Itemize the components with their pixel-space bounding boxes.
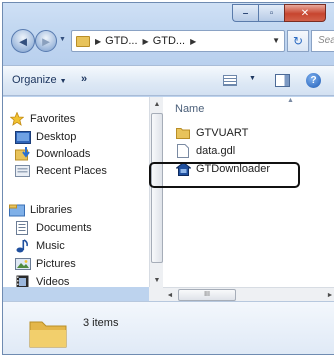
name-column-header[interactable]: Name [175, 103, 204, 115]
scroll-up-icon[interactable]: ▲ [150, 97, 164, 111]
scroll-right-icon[interactable]: ► [323, 288, 334, 302]
desktop-icon [15, 130, 31, 144]
file-icon [175, 144, 191, 158]
caption-buttons: – ▫ ✕ [232, 4, 326, 22]
close-button[interactable]: ✕ [284, 4, 326, 22]
sidebar-item-downloads[interactable]: Downloads [15, 145, 90, 163]
change-view-icon[interactable] [223, 75, 237, 86]
refresh-button[interactable]: ↻ [287, 30, 309, 52]
recent-places-icon [15, 164, 31, 178]
navigation-bar: ◄ ► ▼ ▶ GTD... ▶ GTD... ▶ ▼ ↻ Search G [9, 27, 334, 55]
folder-icon [175, 126, 191, 140]
preview-pane-icon[interactable] [275, 74, 290, 87]
details-pane: 3 items [3, 301, 334, 354]
chevron-down-icon: ▼ [59, 78, 67, 85]
sidebar-item-favorites[interactable]: Favorites [9, 110, 75, 128]
breadcrumb-item[interactable]: GTD... [153, 35, 185, 47]
folder-icon [29, 318, 67, 348]
highlight-annotation [149, 162, 300, 188]
maximize-button[interactable]: ▫ [258, 4, 284, 22]
list-item[interactable]: GTVUART [175, 124, 248, 142]
minimize-button[interactable]: – [232, 4, 258, 22]
list-item[interactable]: data.gdl [175, 142, 235, 160]
address-bar[interactable]: ▶ GTD... ▶ GTD... ▶ ▼ [71, 30, 285, 52]
more-commands-button[interactable]: » [81, 73, 87, 85]
file-name: GTVUART [196, 127, 249, 139]
sidebar-item-label: Libraries [30, 204, 73, 216]
sidebar-item-label: Documents [36, 222, 92, 234]
navigation-pane-scrollbar[interactable]: ▲ ▼ [149, 97, 163, 287]
navigation-pane: Favorites Desktop Downloads Recent Place… [3, 97, 149, 287]
scroll-down-icon[interactable]: ▼ [150, 273, 164, 287]
explorer-window: – ▫ ✕ ◄ ► ▼ ▶ GTD... ▶ GTD... ▶ ▼ ↻ Sear… [2, 2, 334, 355]
sidebar-item-recent-places[interactable]: Recent Places [15, 162, 107, 180]
view-options-dropdown-icon[interactable]: ▼ [249, 75, 256, 82]
window-frame: – ▫ ✕ ◄ ► ▼ ▶ GTD... ▶ GTD... ▶ ▼ ↻ Sear… [3, 3, 334, 65]
organize-button[interactable]: Organize ▼ [12, 74, 67, 86]
help-button[interactable]: ? [306, 73, 321, 88]
command-bar: Organize ▼ » ▼ ? [3, 65, 334, 96]
sidebar-item-music[interactable]: Music [15, 237, 65, 255]
recent-pages-dropdown[interactable]: ▼ [59, 36, 66, 43]
sidebar-item-label: Pictures [36, 258, 76, 270]
sidebar-item-label: Music [36, 240, 65, 252]
sidebar-item-libraries[interactable]: Libraries [9, 201, 72, 219]
downloads-folder-icon [15, 147, 31, 161]
file-name: data.gdl [196, 145, 236, 157]
breadcrumb-separator-icon[interactable]: ▶ [190, 37, 196, 46]
forward-button[interactable]: ► [35, 30, 57, 52]
scroll-left-icon[interactable]: ◄ [163, 288, 177, 302]
music-icon [15, 239, 31, 253]
breadcrumb-item[interactable]: GTD... [105, 35, 137, 47]
sidebar-item-videos[interactable]: Videos [15, 273, 69, 287]
sidebar-item-label: Downloads [36, 148, 91, 160]
sidebar-item-desktop[interactable]: Desktop [15, 128, 76, 146]
file-list-horizontal-scrollbar[interactable]: ◄ III ► [163, 287, 334, 301]
sidebar-item-label: Desktop [36, 131, 77, 143]
breadcrumb-separator-icon[interactable]: ▶ [143, 37, 149, 46]
breadcrumb-separator-icon[interactable]: ▶ [95, 37, 101, 46]
sidebar-item-label: Recent Places [36, 165, 107, 177]
sidebar-item-documents[interactable]: Documents [15, 219, 92, 237]
pictures-icon [15, 257, 31, 271]
sidebar-item-label: Videos [36, 276, 70, 287]
scrollbar-thumb[interactable]: III [178, 289, 236, 301]
item-count: 3 items [83, 317, 119, 329]
organize-label: Organize [12, 74, 57, 86]
scrollbar-corner [149, 287, 163, 301]
address-dropdown-icon[interactable]: ▼ [272, 36, 280, 45]
star-icon [9, 112, 25, 126]
sidebar-item-pictures[interactable]: Pictures [15, 255, 76, 273]
sort-indicator-icon: ▲ [287, 97, 294, 104]
scrollbar-thumb[interactable] [151, 113, 163, 263]
back-button[interactable]: ◄ [11, 29, 35, 53]
sidebar-item-label: Favorites [30, 113, 76, 125]
videos-icon [15, 275, 31, 287]
search-input[interactable]: Search G [311, 30, 334, 52]
documents-icon [15, 221, 31, 235]
folder-icon [76, 35, 90, 47]
file-list: ▲ Name GTVUART data.gdl GTDownloader [163, 97, 334, 287]
libraries-icon [9, 203, 25, 217]
